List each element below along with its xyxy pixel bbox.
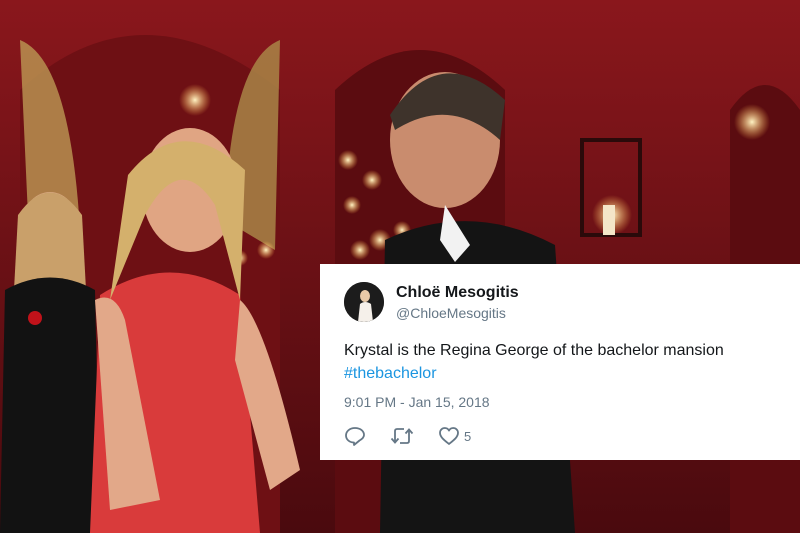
tweet-header: Chloë Mesogitis @ChloeMesogitis — [344, 282, 800, 322]
tweet-actions: 5 — [344, 426, 800, 446]
author-handle[interactable]: @ChloeMesogitis — [396, 304, 519, 322]
avatar-photo-icon — [344, 282, 384, 322]
tweet-text: Krystal is the Regina George of the bach… — [344, 339, 794, 385]
author-display-name[interactable]: Chloë Mesogitis — [396, 283, 519, 303]
hashtag-link[interactable]: #thebachelor — [344, 362, 794, 385]
tweet-body: Krystal is the Regina George of the bach… — [344, 342, 724, 359]
tweet-card: Chloë Mesogitis @ChloeMesogitis Krystal … — [320, 264, 800, 460]
tweet-timestamp[interactable]: 9:01 PM - Jan 15, 2018 — [344, 393, 800, 411]
retweet-icon — [390, 428, 414, 444]
author-names: Chloë Mesogitis @ChloeMesogitis — [396, 283, 519, 322]
like-button[interactable]: 5 — [438, 426, 471, 446]
like-count: 5 — [464, 428, 472, 444]
avatar[interactable] — [344, 282, 384, 322]
retweet-button[interactable] — [390, 426, 414, 446]
reply-icon — [345, 427, 365, 446]
heart-icon — [439, 427, 459, 445]
reply-button[interactable] — [344, 426, 366, 446]
